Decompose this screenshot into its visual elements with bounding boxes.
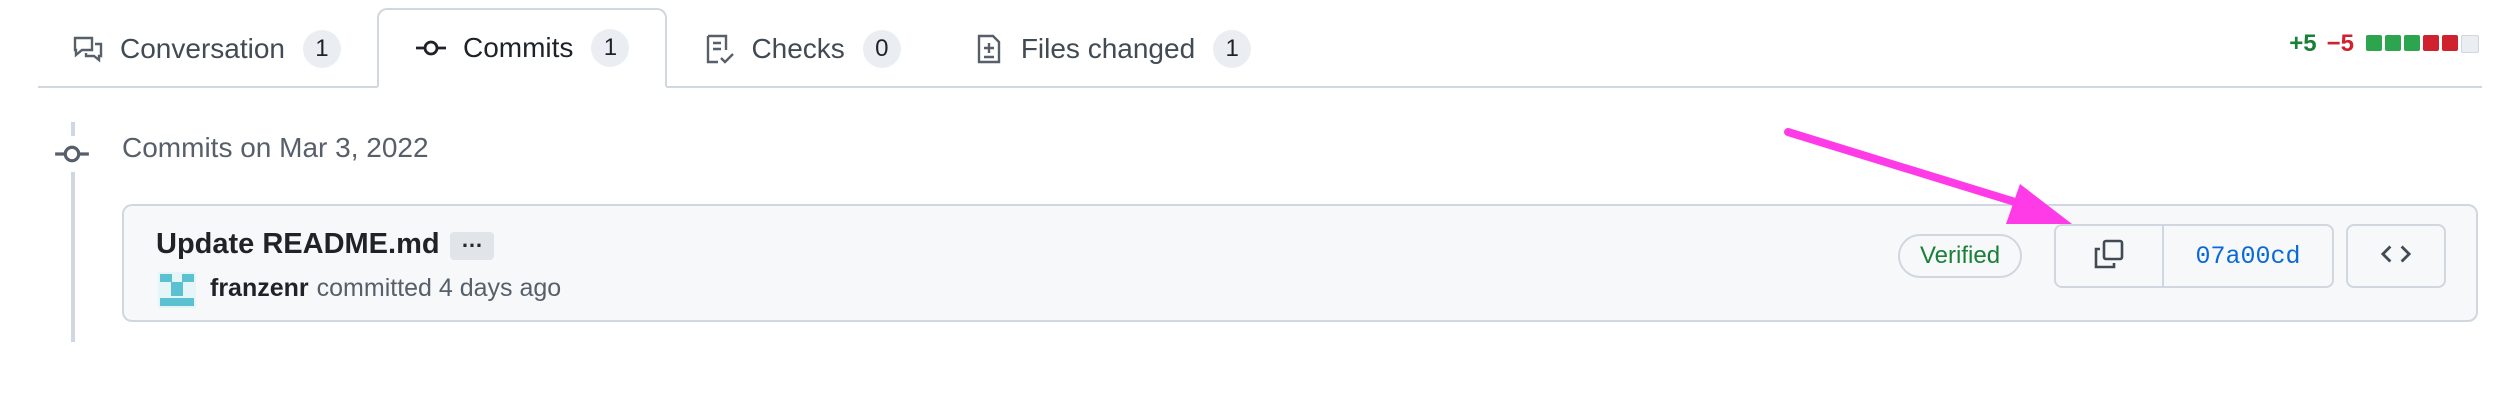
avatar[interactable]: [158, 272, 196, 308]
diffstat-block: [2404, 35, 2420, 51]
verified-badge[interactable]: Verified: [1898, 234, 2023, 278]
tab-label: Conversation: [120, 33, 285, 64]
diffstat-block: [2461, 35, 2479, 53]
commit-group-title: Commits on Mar 3, 2022: [122, 132, 429, 163]
diffstat-block: [2423, 35, 2439, 51]
commit-sha-link[interactable]: 07a00cd: [2164, 226, 2332, 286]
tab-counter: 1: [591, 29, 630, 67]
tab-label: Files changed: [1020, 33, 1196, 64]
diffstat-block: [2442, 35, 2458, 51]
comment-discussion-icon: [72, 33, 104, 65]
tab-files-changed[interactable]: Files changed 1: [937, 10, 1287, 88]
commit-time: committed 4 days ago: [316, 274, 562, 302]
diffstat-block: [2385, 35, 2401, 51]
commit-sha-button-group: 07a00cd: [2054, 224, 2334, 288]
tab-commits[interactable]: Commits 1: [376, 8, 668, 88]
browse-repository-button[interactable]: [2346, 224, 2446, 288]
tab-conversation[interactable]: Conversation 1: [38, 10, 377, 88]
code-icon: [2380, 239, 2412, 274]
git-commit-icon: [415, 32, 447, 64]
copy-sha-button[interactable]: [2056, 226, 2164, 286]
diffstat-blocks: [2366, 35, 2482, 53]
commit-row: Update README.md … franzenr committed 4 d…: [122, 204, 2478, 322]
author-link[interactable]: franzenr: [210, 274, 309, 302]
additions-count: +5: [2289, 30, 2317, 57]
annotation-arrow-head: [2006, 184, 2072, 224]
tab-counter: 1: [1213, 30, 1252, 68]
checklist-icon: [703, 33, 735, 65]
pr-tab-nav: Conversation 1 Commits 1 Checks 0 Files …: [38, 0, 2482, 88]
git-commit-icon: [54, 136, 90, 172]
tab-label: Checks: [751, 33, 845, 64]
file-diff-icon: [973, 33, 1005, 65]
annotation-arrow-icon: [1784, 128, 2072, 224]
deletions-count: −5: [2326, 30, 2354, 57]
expand-message-button[interactable]: …: [450, 229, 494, 260]
tab-checks[interactable]: Checks 0: [667, 10, 936, 88]
diffstat: +5 −5: [2289, 30, 2482, 58]
tab-label: Commits: [462, 32, 574, 63]
tab-counter: 1: [302, 30, 341, 68]
commit-message-link[interactable]: Update README.md: [156, 228, 440, 261]
annotation-arrow-shaft: [1784, 128, 2032, 210]
tab-counter: 0: [862, 30, 901, 68]
diffstat-block: [2366, 35, 2382, 51]
copy-icon: [2093, 238, 2125, 275]
commit-meta: franzenr committed 4 days ago: [210, 274, 561, 303]
